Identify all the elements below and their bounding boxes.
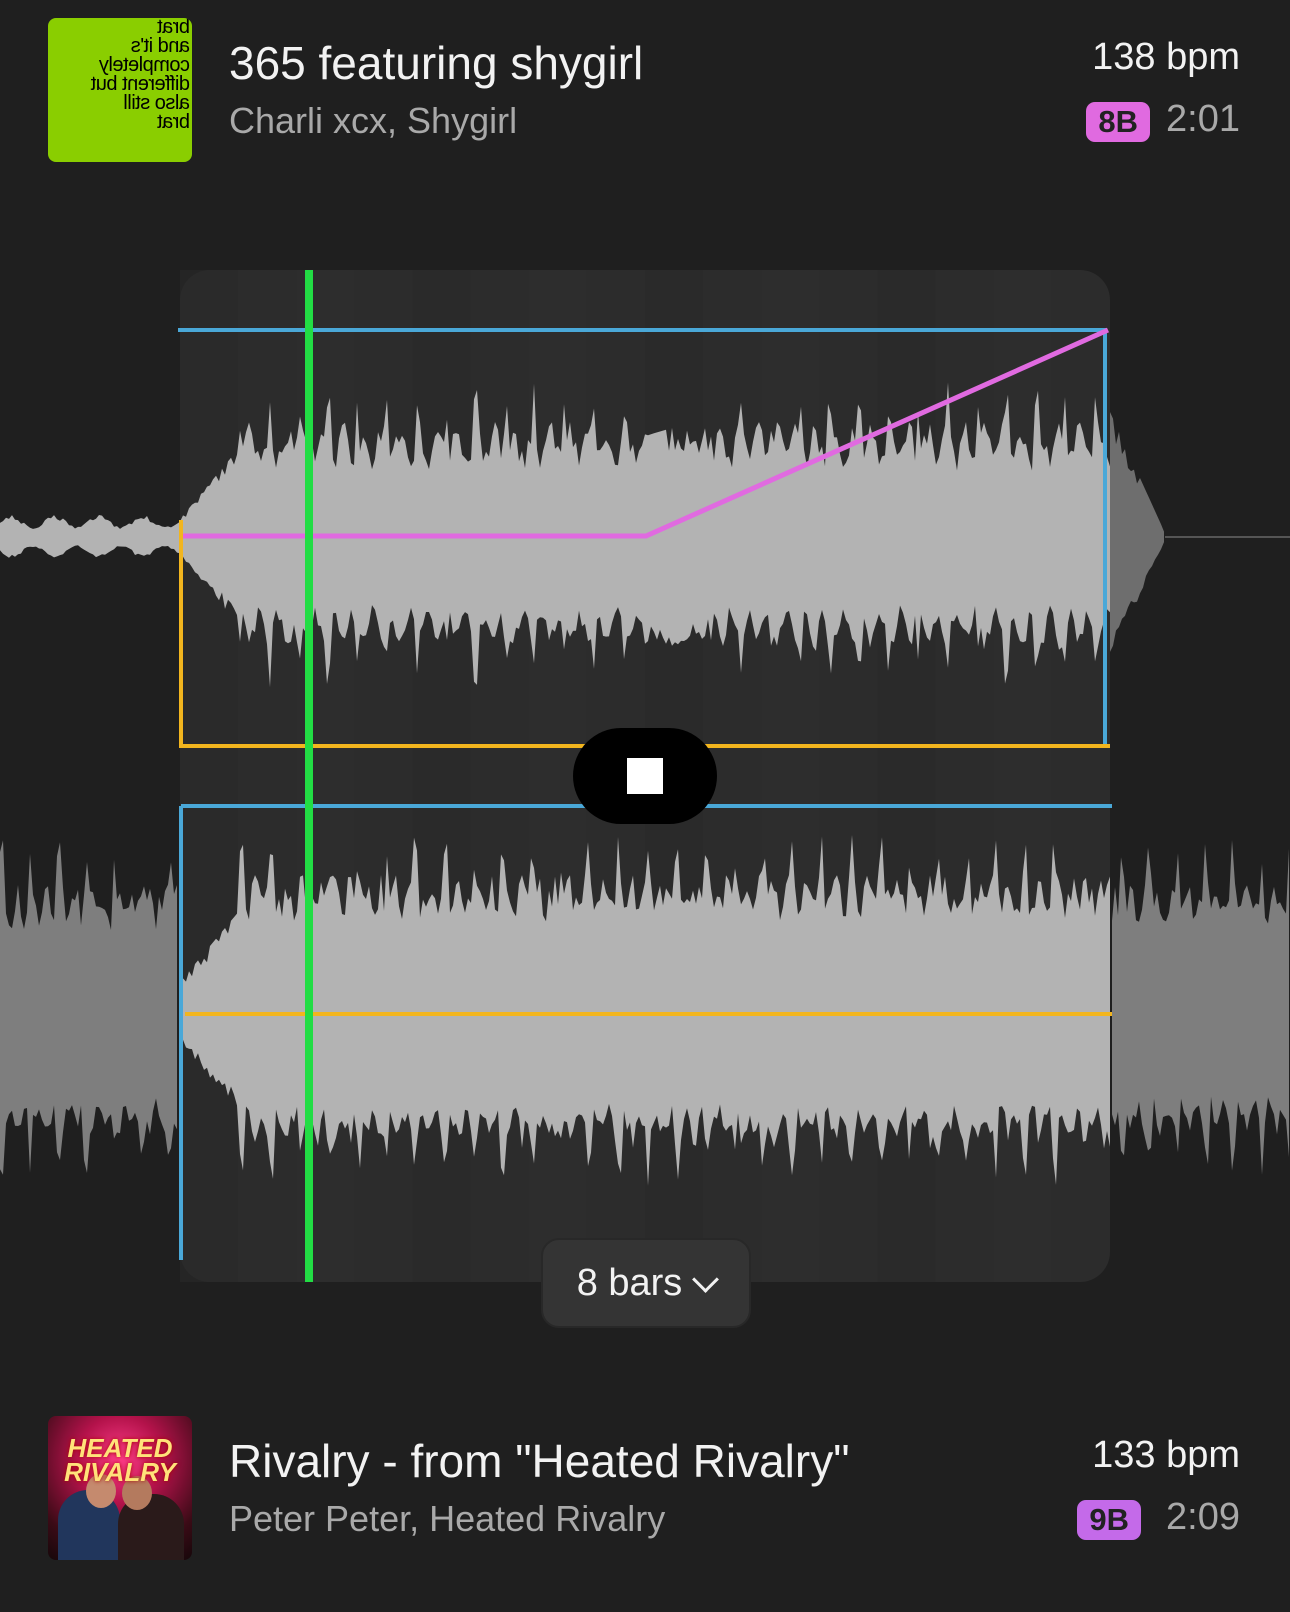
album-art-next: HEATED RIVALRY bbox=[48, 1416, 192, 1560]
next-track-title: Rivalry - from "Heated Rivalry" bbox=[229, 1435, 850, 1487]
beat-grid-stripe bbox=[180, 270, 238, 1282]
next-track-artist: Peter Peter, Heated Rivalry bbox=[229, 1498, 666, 1539]
chevron-down-icon bbox=[692, 1265, 720, 1293]
current-track-key-badge: 8B bbox=[1086, 102, 1150, 142]
current-track-bpm: 138 bpm bbox=[1092, 36, 1240, 78]
next-track-bpm: 133 bpm bbox=[1092, 1434, 1240, 1476]
stop-icon bbox=[627, 758, 663, 794]
current-track-title: 365 featuring shygirl bbox=[229, 37, 644, 89]
next-track-duration: 2:09 bbox=[1166, 1496, 1240, 1538]
album-art-title: HEATED RIVALRY bbox=[64, 1433, 176, 1487]
transition-length-dropdown[interactable]: 8 bars bbox=[541, 1238, 751, 1328]
current-track-duration: 2:01 bbox=[1166, 98, 1240, 140]
album-art-lyrics: brat and it's completely different but a… bbox=[91, 18, 190, 133]
current-track-artist: Charli xcx, Shygirl bbox=[229, 100, 518, 141]
current-track-row[interactable]: brat and it's completely different but a… bbox=[0, 16, 1290, 166]
transition-length-label: 8 bars bbox=[576, 1261, 683, 1304]
next-track-key-badge: 9B bbox=[1077, 1500, 1141, 1540]
stop-button[interactable] bbox=[573, 728, 717, 824]
beat-grid-stripe bbox=[296, 270, 355, 1282]
album-art-current: brat and it's completely different but a… bbox=[48, 18, 192, 162]
current-track-waveform-tail bbox=[1110, 412, 1164, 652]
next-track-row[interactable]: HEATED RIVALRY Rivalry - from "Heated Ri… bbox=[0, 1414, 1290, 1564]
